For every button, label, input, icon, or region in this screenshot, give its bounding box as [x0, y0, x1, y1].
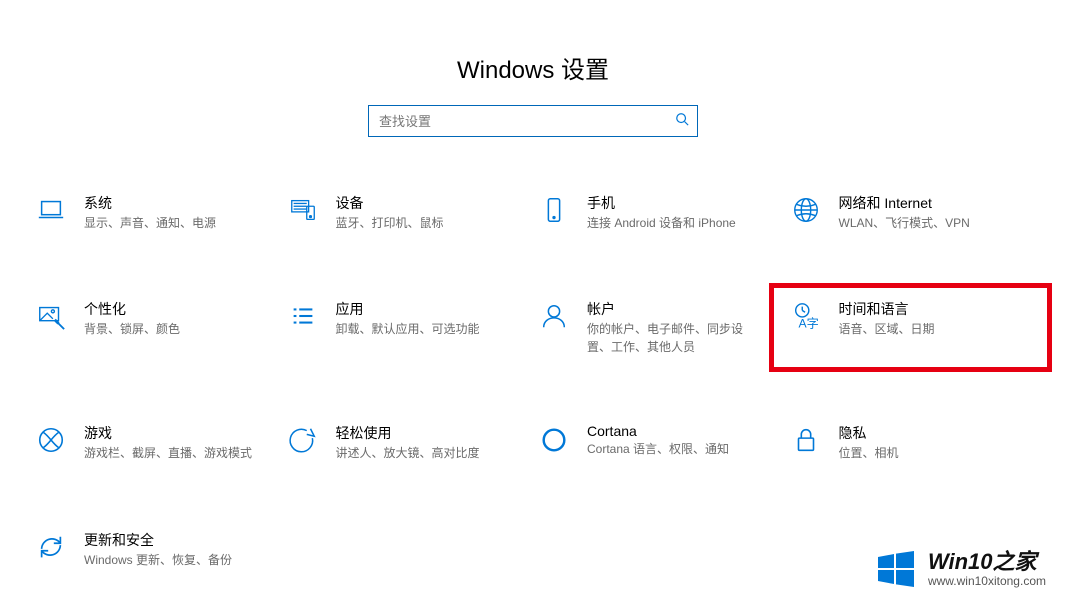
- globe-icon: [789, 193, 823, 227]
- search-box[interactable]: [368, 105, 698, 137]
- tile-desc: 你的帐户、电子邮件、同步设置、工作、其他人员: [587, 321, 757, 356]
- tile-desc: 讲述人、放大镜、高对比度: [336, 445, 480, 462]
- tile-desc: Cortana 语言、权限、通知: [587, 441, 729, 458]
- tile-title: 应用: [336, 299, 480, 319]
- page-title: Windows 设置: [0, 0, 1066, 105]
- tile-desc: WLAN、飞行模式、VPN: [839, 215, 970, 232]
- search-icon: [675, 112, 689, 131]
- tile-update-security[interactable]: 更新和安全 Windows 更新、恢复、备份: [30, 524, 282, 575]
- tile-title: Cortana: [587, 423, 729, 439]
- lock-icon: [789, 423, 823, 457]
- tile-desc: 背景、锁屏、颜色: [84, 321, 180, 338]
- apps-icon: [286, 299, 320, 333]
- tile-gaming[interactable]: 游戏 游戏栏、截屏、直播、游戏模式: [30, 417, 282, 468]
- person-icon: [537, 299, 571, 333]
- tile-title: 轻松使用: [336, 423, 480, 443]
- phone-icon: [537, 193, 571, 227]
- tile-title: 隐私: [839, 423, 899, 443]
- tile-title: 帐户: [587, 299, 757, 319]
- personalization-icon: [34, 299, 68, 333]
- watermark-title: Win10之家: [928, 550, 1046, 574]
- tile-desc: 连接 Android 设备和 iPhone: [587, 215, 736, 232]
- tile-title: 系统: [84, 193, 216, 213]
- tile-desc: 蓝牙、打印机、鼠标: [336, 215, 444, 232]
- highlight-box: [769, 283, 1053, 372]
- tile-title: 网络和 Internet: [839, 193, 970, 213]
- settings-window: Windows 设置 系统 显示、声音、通知、电源: [0, 0, 1066, 607]
- tile-title: 游戏: [84, 423, 252, 443]
- tile-phone[interactable]: 手机 连接 Android 设备和 iPhone: [533, 187, 785, 238]
- tile-personalization[interactable]: 个性化 背景、锁屏、颜色: [30, 293, 282, 362]
- update-icon: [34, 530, 68, 564]
- search-input[interactable]: [377, 113, 675, 130]
- tile-cortana[interactable]: Cortana Cortana 语言、权限、通知: [533, 417, 785, 468]
- cortana-icon: [537, 423, 571, 457]
- tile-ease-of-access[interactable]: 轻松使用 讲述人、放大镜、高对比度: [282, 417, 534, 468]
- tile-title: 设备: [336, 193, 444, 213]
- tile-accounts[interactable]: 帐户 你的帐户、电子邮件、同步设置、工作、其他人员: [533, 293, 785, 362]
- watermark-url: www.win10xitong.com: [928, 575, 1046, 588]
- devices-icon: [286, 193, 320, 227]
- windows-logo-icon: [874, 547, 918, 591]
- tile-desc: 显示、声音、通知、电源: [84, 215, 216, 232]
- xbox-icon: [34, 423, 68, 457]
- tile-desc: 游戏栏、截屏、直播、游戏模式: [84, 445, 252, 462]
- search-wrap: [0, 105, 1066, 137]
- tile-system[interactable]: 系统 显示、声音、通知、电源: [30, 187, 282, 238]
- tile-title: 手机: [587, 193, 736, 213]
- tile-title: 更新和安全: [84, 530, 232, 550]
- tile-title: 个性化: [84, 299, 180, 319]
- tile-desc: Windows 更新、恢复、备份: [84, 552, 232, 569]
- tile-apps[interactable]: 应用 卸载、默认应用、可选功能: [282, 293, 534, 362]
- tile-privacy[interactable]: 隐私 位置、相机: [785, 417, 1037, 468]
- tile-desc: 卸载、默认应用、可选功能: [336, 321, 480, 338]
- tile-network[interactable]: 网络和 Internet WLAN、飞行模式、VPN: [785, 187, 1037, 238]
- ease-of-access-icon: [286, 423, 320, 457]
- tile-devices[interactable]: 设备 蓝牙、打印机、鼠标: [282, 187, 534, 238]
- laptop-icon: [34, 193, 68, 227]
- settings-grid: 系统 显示、声音、通知、电源 设备 蓝牙、打印机、鼠标: [0, 187, 1066, 575]
- tile-time-language[interactable]: A字 时间和语言 语音、区域、日期: [785, 293, 1037, 362]
- tile-desc: 位置、相机: [839, 445, 899, 462]
- watermark: Win10之家 www.win10xitong.com: [874, 547, 1046, 591]
